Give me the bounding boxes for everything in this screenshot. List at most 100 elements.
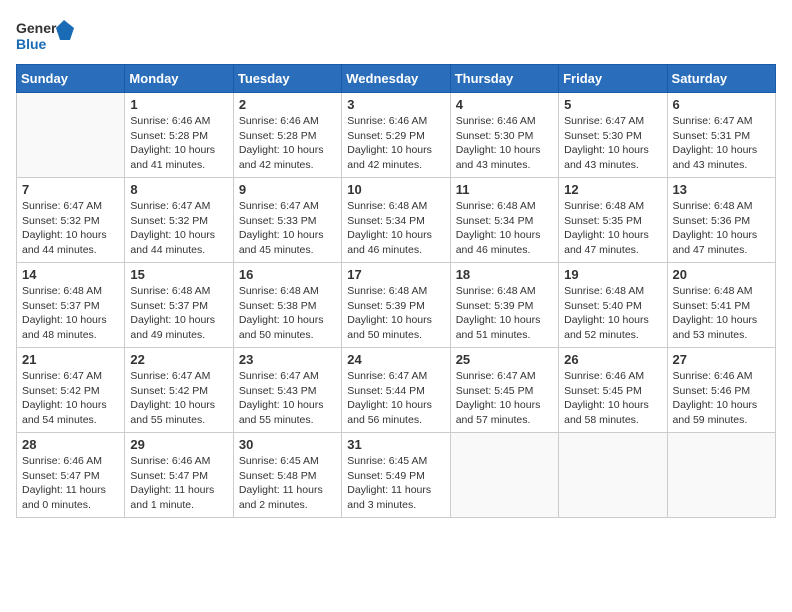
calendar-cell: 24 Sunrise: 6:47 AM Sunset: 5:44 PM Dayli…	[342, 348, 450, 433]
day-number: 11	[456, 182, 553, 197]
cell-info: Sunrise: 6:48 AM Sunset: 5:39 PM Dayligh…	[456, 284, 553, 343]
day-number: 28	[22, 437, 119, 452]
calendar-cell: 27Sunrise: 6:46 AM Sunset: 5:46 PM Dayli…	[667, 348, 775, 433]
cell-info: Sunrise: 6:47 AM Sunset: 5:45 PM Dayligh…	[456, 369, 553, 428]
calendar-cell	[450, 433, 558, 518]
calendar-cell: 28 Sunrise: 6:46 AM Sunset: 5:47 PM Dayli…	[17, 433, 125, 518]
day-number: 24	[347, 352, 444, 367]
cell-info: Sunrise: 6:47 AM Sunset: 5:42 PM Dayligh…	[22, 369, 119, 428]
day-number: 21	[22, 352, 119, 367]
calendar-cell: 23Sunrise: 6:47 AM Sunset: 5:43 PM Dayli…	[233, 348, 341, 433]
calendar-cell: 26 Sunrise: 6:46 AM Sunset: 5:45 PM Dayli…	[559, 348, 667, 433]
day-number: 12	[564, 182, 661, 197]
day-number: 29	[130, 437, 227, 452]
day-header-wednesday: Wednesday	[342, 65, 450, 93]
cell-info: Sunrise: 6:48 AM Sunset: 5:34 PM Dayligh…	[456, 199, 553, 258]
calendar-cell: 6Sunrise: 6:47 AM Sunset: 5:31 PM Daylig…	[667, 93, 775, 178]
day-number: 19	[564, 267, 661, 282]
day-number: 15	[130, 267, 227, 282]
calendar-cell: 25 Sunrise: 6:47 AM Sunset: 5:45 PM Dayli…	[450, 348, 558, 433]
day-number: 25	[456, 352, 553, 367]
calendar-cell: 4 Sunrise: 6:46 AM Sunset: 5:30 PM Daylig…	[450, 93, 558, 178]
calendar-cell: 10 Sunrise: 6:48 AM Sunset: 5:34 PM Dayli…	[342, 178, 450, 263]
calendar-cell: 3 Sunrise: 6:46 AM Sunset: 5:29 PM Daylig…	[342, 93, 450, 178]
calendar-cell: 7 Sunrise: 6:47 AM Sunset: 5:32 PM Daylig…	[17, 178, 125, 263]
day-number: 3	[347, 97, 444, 112]
cell-info: Sunrise: 6:48 AM Sunset: 5:39 PM Dayligh…	[347, 284, 444, 343]
calendar-cell: 15 Sunrise: 6:48 AM Sunset: 5:37 PM Dayli…	[125, 263, 233, 348]
day-number: 8	[130, 182, 227, 197]
svg-text:Blue: Blue	[16, 36, 47, 52]
day-number: 1	[130, 97, 227, 112]
day-header-monday: Monday	[125, 65, 233, 93]
day-header-friday: Friday	[559, 65, 667, 93]
day-number: 7	[22, 182, 119, 197]
cell-info: Sunrise: 6:46 AM Sunset: 5:46 PM Dayligh…	[673, 369, 770, 428]
cell-info: Sunrise: 6:46 AM Sunset: 5:29 PM Dayligh…	[347, 114, 444, 173]
day-number: 22	[130, 352, 227, 367]
week-row-4: 21 Sunrise: 6:47 AM Sunset: 5:42 PM Dayli…	[17, 348, 776, 433]
logo: GeneralBlue	[16, 16, 76, 56]
cell-info: Sunrise: 6:48 AM Sunset: 5:35 PM Dayligh…	[564, 199, 661, 258]
calendar-cell: 21 Sunrise: 6:47 AM Sunset: 5:42 PM Dayli…	[17, 348, 125, 433]
day-header-saturday: Saturday	[667, 65, 775, 93]
calendar-cell: 30Sunrise: 6:45 AM Sunset: 5:48 PM Dayli…	[233, 433, 341, 518]
day-header-tuesday: Tuesday	[233, 65, 341, 93]
calendar-cell	[559, 433, 667, 518]
day-number: 31	[347, 437, 444, 452]
day-number: 16	[239, 267, 336, 282]
calendar-cell: 13 Sunrise: 6:48 AM Sunset: 5:36 PM Dayli…	[667, 178, 775, 263]
cell-info: Sunrise: 6:48 AM Sunset: 5:36 PM Dayligh…	[673, 199, 770, 258]
day-number: 4	[456, 97, 553, 112]
cell-info: Sunrise: 6:47 AM Sunset: 5:32 PM Dayligh…	[22, 199, 119, 258]
calendar-cell: 19 Sunrise: 6:48 AM Sunset: 5:40 PM Dayli…	[559, 263, 667, 348]
day-number: 6	[673, 97, 770, 112]
calendar-cell: 9 Sunrise: 6:47 AM Sunset: 5:33 PM Daylig…	[233, 178, 341, 263]
cell-info: Sunrise: 6:48 AM Sunset: 5:34 PM Dayligh…	[347, 199, 444, 258]
week-row-1: 1 Sunrise: 6:46 AM Sunset: 5:28 PM Daylig…	[17, 93, 776, 178]
calendar-cell: 8 Sunrise: 6:47 AM Sunset: 5:32 PM Daylig…	[125, 178, 233, 263]
cell-info: Sunrise: 6:46 AM Sunset: 5:28 PM Dayligh…	[239, 114, 336, 173]
calendar-cell: 1Sunrise: 6:46 AM Sunset: 5:28 PM Daylig…	[125, 93, 233, 178]
cell-info: Sunrise: 6:47 AM Sunset: 5:33 PM Dayligh…	[239, 199, 336, 258]
cell-info: Sunrise: 6:48 AM Sunset: 5:37 PM Dayligh…	[130, 284, 227, 343]
day-number: 5	[564, 97, 661, 112]
cell-info: Sunrise: 6:46 AM Sunset: 5:47 PM Dayligh…	[22, 454, 119, 513]
day-number: 13	[673, 182, 770, 197]
cell-info: Sunrise: 6:46 AM Sunset: 5:45 PM Dayligh…	[564, 369, 661, 428]
page-header: GeneralBlue	[16, 16, 776, 56]
day-header-thursday: Thursday	[450, 65, 558, 93]
calendar-cell: 29 Sunrise: 6:46 AM Sunset: 5:47 PM Dayli…	[125, 433, 233, 518]
cell-info: Sunrise: 6:47 AM Sunset: 5:30 PM Dayligh…	[564, 114, 661, 173]
calendar-cell: 22Sunrise: 6:47 AM Sunset: 5:42 PM Dayli…	[125, 348, 233, 433]
day-number: 9	[239, 182, 336, 197]
cell-info: Sunrise: 6:47 AM Sunset: 5:32 PM Dayligh…	[130, 199, 227, 258]
calendar-table: SundayMondayTuesdayWednesdayThursdayFrid…	[16, 64, 776, 518]
cell-info: Sunrise: 6:46 AM Sunset: 5:30 PM Dayligh…	[456, 114, 553, 173]
cell-info: Sunrise: 6:48 AM Sunset: 5:40 PM Dayligh…	[564, 284, 661, 343]
cell-info: Sunrise: 6:46 AM Sunset: 5:47 PM Dayligh…	[130, 454, 227, 513]
cell-info: Sunrise: 6:48 AM Sunset: 5:38 PM Dayligh…	[239, 284, 336, 343]
calendar-cell: 11 Sunrise: 6:48 AM Sunset: 5:34 PM Dayli…	[450, 178, 558, 263]
calendar-cell: 2 Sunrise: 6:46 AM Sunset: 5:28 PM Daylig…	[233, 93, 341, 178]
week-row-5: 28 Sunrise: 6:46 AM Sunset: 5:47 PM Dayli…	[17, 433, 776, 518]
day-number: 26	[564, 352, 661, 367]
calendar-cell: 18Sunrise: 6:48 AM Sunset: 5:39 PM Dayli…	[450, 263, 558, 348]
day-header-sunday: Sunday	[17, 65, 125, 93]
calendar-cell	[17, 93, 125, 178]
day-number: 2	[239, 97, 336, 112]
calendar-cell: 17Sunrise: 6:48 AM Sunset: 5:39 PM Dayli…	[342, 263, 450, 348]
day-number: 20	[673, 267, 770, 282]
cell-info: Sunrise: 6:48 AM Sunset: 5:41 PM Dayligh…	[673, 284, 770, 343]
calendar-cell: 20 Sunrise: 6:48 AM Sunset: 5:41 PM Dayli…	[667, 263, 775, 348]
calendar-cell: 16 Sunrise: 6:48 AM Sunset: 5:38 PM Dayli…	[233, 263, 341, 348]
day-number: 14	[22, 267, 119, 282]
calendar-cell: 14Sunrise: 6:48 AM Sunset: 5:37 PM Dayli…	[17, 263, 125, 348]
cell-info: Sunrise: 6:45 AM Sunset: 5:49 PM Dayligh…	[347, 454, 444, 513]
cell-info: Sunrise: 6:47 AM Sunset: 5:44 PM Dayligh…	[347, 369, 444, 428]
calendar-cell: 5 Sunrise: 6:47 AM Sunset: 5:30 PM Daylig…	[559, 93, 667, 178]
day-number: 10	[347, 182, 444, 197]
calendar-cell: 31 Sunrise: 6:45 AM Sunset: 5:49 PM Dayli…	[342, 433, 450, 518]
day-number: 30	[239, 437, 336, 452]
calendar-cell	[667, 433, 775, 518]
